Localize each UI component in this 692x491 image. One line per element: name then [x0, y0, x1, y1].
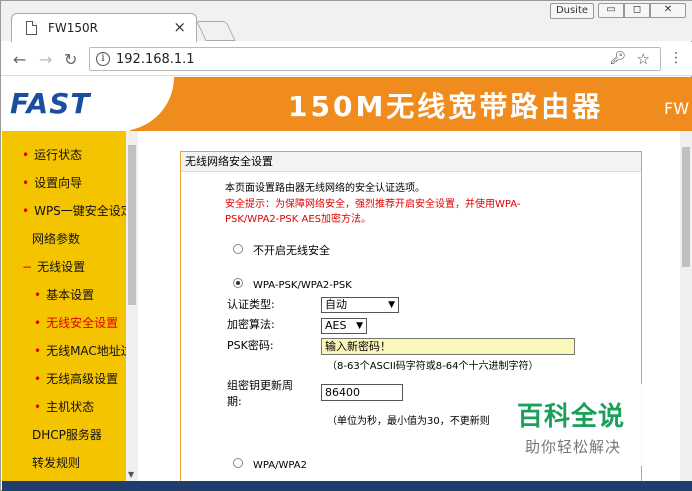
group-key-hint: （单位为秒，最小值为30，不更新则 — [327, 416, 490, 427]
panel-heading: 无线网络安全设置 — [181, 152, 641, 172]
back-arrow-icon[interactable]: ← — [13, 50, 26, 69]
chevron-down-icon: ▼ — [388, 300, 395, 310]
profile-button[interactable]: Dusite — [550, 3, 594, 19]
dash-bullet-icon: − — [22, 260, 33, 274]
bullet-icon: • — [22, 204, 30, 218]
banner-title: 150M无线宽带路由器 — [288, 90, 604, 123]
page-footer-bar — [2, 481, 692, 491]
sidebar-menu: • 运行状态 • 设置向导 • WPS一键安全设定 网络参数 − 无线设置 • 基本设置 • 无线安全设… — [2, 131, 145, 481]
intro-text: 本页面设置路由器无线网络的安全认证选项。 — [225, 183, 425, 194]
psk-hint: （8-63个ASCII码字符或8-64个十六进制字符） — [327, 361, 539, 372]
sidebar-scroll-thumb[interactable] — [128, 145, 136, 305]
tab-title: FW150R — [48, 21, 99, 35]
banner-model: FW — [664, 99, 690, 118]
content-scrollbar[interactable] — [680, 131, 692, 481]
document-icon — [26, 21, 37, 35]
sidebar-item-label: 无线安全设置 — [46, 316, 119, 330]
browser-toolbar: ← → ↻ i 192.168.1.1 🔑︎ ☆ ⋮ — [1, 42, 692, 76]
auth-type-select[interactable]: 自动 ▼ — [321, 297, 399, 313]
auth-type-label: 认证类型: — [227, 298, 275, 311]
browser-window: FW150R × Dusite ▭ ◻ ✕ ← → ↻ i 192.168.1.… — [0, 0, 692, 491]
new-tab-button[interactable] — [196, 21, 236, 41]
watermark-title: 百科全说 — [517, 402, 626, 432]
auth-type-value: 自动 — [325, 298, 347, 311]
sidebar-item-label: DHCP服务器 — [32, 428, 102, 442]
tab-strip: FW150R × Dusite ▭ ◻ ✕ — [1, 1, 692, 43]
warning-text-line2: PSK/WPA2-PSK AES加密方法。 — [225, 214, 372, 225]
url-text[interactable]: 192.168.1.1 — [116, 52, 195, 67]
bullet-icon: • — [22, 176, 30, 190]
sidebar-scrollbar[interactable]: ▼ — [126, 131, 138, 481]
group-key-period-input[interactable]: 86400 — [321, 384, 403, 401]
sidebar-item-label: 无线设置 — [37, 260, 86, 274]
logo-area: FAST — [2, 77, 130, 131]
radio-wpa[interactable] — [233, 458, 243, 468]
radio-no-security-label: 不开启无线安全 — [253, 244, 330, 257]
radio-wpa-label: WPA/WPA2 — [253, 460, 307, 471]
page-banner: FAST 150M无线宽带路由器 FW — [2, 77, 692, 131]
sidebar-item-label: 网络参数 — [32, 232, 81, 246]
bullet-icon: • — [34, 344, 42, 358]
radio-no-security[interactable] — [233, 244, 243, 254]
bullet-icon: • — [34, 316, 42, 330]
browser-tab[interactable]: FW150R × — [11, 13, 197, 43]
radio-wpa-psk[interactable] — [233, 278, 243, 288]
encryption-label: 加密算法: — [227, 318, 275, 331]
address-bar[interactable]: i 192.168.1.1 🔑︎ ☆ — [89, 47, 661, 71]
sidebar-item-label: WPS一键安全设定 — [34, 204, 133, 218]
watermark: 百科全说 助你轻松解决 — [501, 384, 671, 466]
scroll-down-arrow-icon[interactable]: ▼ — [128, 470, 134, 479]
encryption-value: AES — [325, 319, 347, 332]
reload-icon[interactable]: ↻ — [64, 50, 77, 69]
forward-arrow-icon[interactable]: → — [39, 50, 52, 69]
sidebar-item-label: 设置向导 — [34, 176, 83, 190]
sidebar-item-label: 运行状态 — [34, 148, 83, 162]
minimize-button[interactable]: ▭ — [598, 3, 624, 18]
info-icon[interactable]: i — [96, 52, 110, 66]
warning-text-line1: 安全提示：为保障网络安全，强烈推荐开启安全设置，并使用WPA- — [225, 199, 521, 210]
tab-close-icon[interactable]: × — [173, 18, 186, 36]
sidebar-item-label: 转发规则 — [32, 456, 81, 470]
maximize-button[interactable]: ◻ — [624, 3, 650, 18]
close-window-button[interactable]: ✕ — [650, 3, 686, 18]
sidebar-item-label: 无线高级设置 — [46, 372, 119, 386]
bullet-icon: • — [22, 148, 30, 162]
key-icon[interactable]: 🔑︎ — [609, 51, 626, 66]
watermark-subtitle: 助你轻松解决 — [525, 438, 622, 456]
bullet-icon: • — [34, 288, 42, 302]
sidebar-item-label: 主机状态 — [46, 400, 95, 414]
bullet-icon: • — [34, 372, 42, 386]
group-key-label-line1: 组密钥更新周 — [227, 379, 293, 392]
chevron-down-icon: ▼ — [356, 321, 363, 331]
menu-dots-icon[interactable]: ⋮ — [669, 50, 683, 66]
psk-password-label: PSK密码: — [227, 339, 274, 352]
radio-wpa-psk-label: WPA-PSK/WPA2-PSK — [253, 280, 352, 291]
encryption-select[interactable]: AES ▼ — [321, 318, 367, 334]
content-scroll-thumb[interactable] — [682, 147, 690, 267]
sidebar-item-label: 基本设置 — [46, 288, 95, 302]
psk-password-input[interactable]: 输入新密码！ — [321, 338, 575, 355]
bookmark-star-icon[interactable]: ☆ — [637, 50, 650, 68]
group-key-label-line2: 期: — [227, 395, 242, 408]
bullet-icon: • — [34, 400, 42, 414]
brand-logo: FAST — [10, 87, 91, 120]
